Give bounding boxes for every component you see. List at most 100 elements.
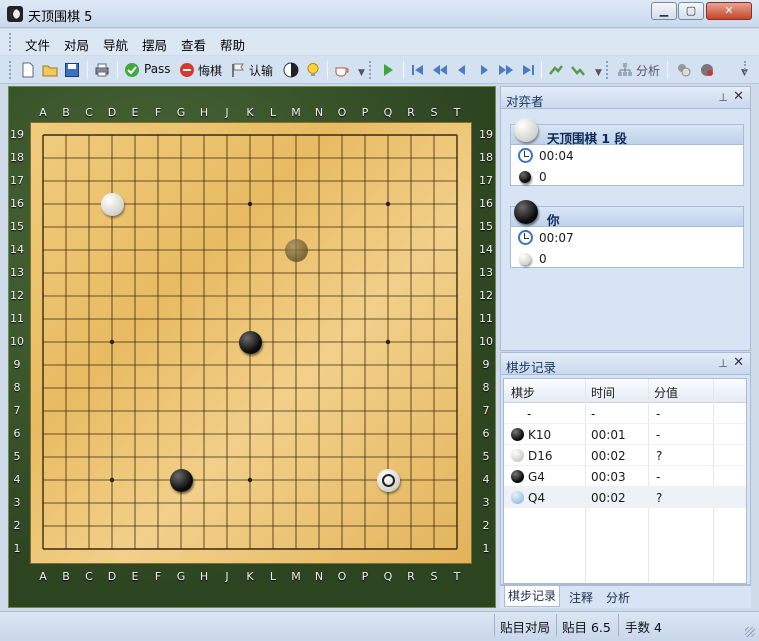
stones-icon[interactable] [676, 62, 692, 78]
pass-check-icon[interactable] [124, 62, 140, 78]
close-button[interactable]: ✕ [706, 2, 752, 20]
move-row[interactable]: --- [504, 403, 746, 424]
status-komi: 贴目 6.5 [562, 620, 611, 635]
maximize-button[interactable]: ▢ [678, 2, 704, 20]
tab-analysis[interactable]: 分析 [603, 589, 633, 606]
open-folder-icon[interactable] [42, 62, 58, 78]
toolbar-grip[interactable] [744, 61, 747, 73]
branch-up-icon[interactable] [548, 62, 564, 78]
player-time: 00:07 [539, 231, 574, 245]
column-label: S [430, 570, 438, 583]
minimize-button[interactable]: ▁ [651, 2, 677, 20]
analysis-button[interactable]: 分析 [636, 62, 660, 79]
menu-setup[interactable]: 摆局 [142, 35, 167, 54]
pin-icon[interactable]: ⊥ [718, 357, 728, 370]
star-point [385, 201, 391, 207]
column-header-move[interactable]: 棋步 [511, 384, 535, 401]
close-icon[interactable]: ✕ [733, 355, 744, 370]
star-point [247, 201, 253, 207]
resize-grip[interactable] [745, 627, 755, 637]
column-label: M [291, 106, 301, 119]
menu-grip[interactable] [9, 33, 12, 51]
play-icon[interactable] [380, 62, 396, 78]
menu-game[interactable]: 对局 [64, 35, 89, 54]
score-estimate-icon[interactable] [283, 62, 299, 78]
row-label: 18 [10, 151, 24, 164]
move-cell: D16 [528, 449, 553, 463]
row-label: 16 [479, 197, 493, 210]
toolbar-grip[interactable] [606, 61, 609, 79]
row-label: 4 [482, 473, 490, 486]
white-stone-icon [511, 449, 524, 462]
tab-comments[interactable]: 注释 [566, 589, 596, 606]
column-label: O [337, 106, 347, 119]
toolbar: Pass 悔棋 认输 ▼ ▼ 分析 ▼ [0, 56, 759, 84]
toolbar-grip[interactable] [369, 61, 372, 79]
white-stone [376, 468, 400, 492]
row-label: 17 [10, 174, 24, 187]
column-label: L [269, 106, 277, 119]
go-board[interactable] [31, 123, 471, 563]
menu-navigate[interactable]: 导航 [103, 35, 128, 54]
clock-icon [518, 230, 533, 245]
row-label: 1 [482, 542, 490, 555]
player-time-row: 00:04 [511, 145, 743, 166]
black-stone-icon [519, 171, 531, 183]
star-point [109, 477, 115, 483]
time-cell: 00:02 [591, 491, 626, 505]
first-move-icon[interactable] [410, 62, 426, 78]
column-label: B [62, 106, 70, 119]
close-icon[interactable]: ✕ [733, 89, 744, 104]
toolbar-overflow-icon[interactable]: ▼ [358, 68, 365, 78]
status-separator [618, 614, 619, 636]
black-stone [169, 468, 193, 492]
fast-forward-icon[interactable] [498, 62, 514, 78]
engine-icon[interactable] [699, 62, 715, 78]
tea-cup-icon[interactable] [334, 62, 350, 78]
step-forward-icon[interactable] [476, 62, 492, 78]
save-icon[interactable] [64, 62, 80, 78]
branch-down-icon[interactable] [570, 62, 586, 78]
menu-view[interactable]: 查看 [181, 35, 206, 54]
row-label: 13 [10, 266, 24, 279]
step-back-icon[interactable] [454, 62, 470, 78]
new-file-icon[interactable] [20, 62, 36, 78]
analysis-tree-icon[interactable] [617, 62, 633, 78]
move-row[interactable]: D16 00:02? [504, 445, 746, 466]
black-stone-icon [514, 200, 538, 224]
move-row[interactable]: G4 00:03 - [504, 466, 746, 487]
fast-back-icon[interactable] [432, 62, 448, 78]
time-cell: - [591, 407, 596, 421]
player-card-white: 天顶围棋 1 段 00:04 0 [510, 118, 744, 186]
pass-button[interactable]: Pass [144, 62, 171, 76]
row-label: 5 [13, 450, 21, 463]
row-label: 8 [482, 381, 490, 394]
row-label: 19 [10, 128, 24, 141]
column-label: K [246, 570, 254, 583]
column-header-score[interactable]: 分值 [654, 384, 678, 401]
resign-flag-icon[interactable] [230, 62, 246, 78]
move-row[interactable]: K10 00:01 - [504, 424, 746, 445]
pin-icon[interactable]: ⊥ [718, 91, 728, 104]
last-move-icon[interactable] [520, 62, 536, 78]
menu-file[interactable]: 文件 [25, 35, 50, 54]
row-label: 18 [479, 151, 493, 164]
hint-bulb-icon[interactable] [305, 62, 321, 78]
score-cell: ? [656, 491, 663, 505]
undo-minus-icon[interactable] [179, 62, 195, 78]
resign-button[interactable]: 认输 [249, 62, 273, 79]
move-row[interactable]: Q4 00:02? [504, 487, 746, 508]
time-cell: 00:01 [591, 428, 626, 442]
print-icon[interactable] [94, 62, 110, 78]
toolbar-grip[interactable] [9, 61, 12, 79]
toolbar-overflow-icon[interactable]: ▼ [595, 68, 602, 78]
tab-move-record[interactable]: 棋步记录 [504, 586, 561, 607]
move-list-table[interactable]: 棋步 时间 分值 - - - K10 00:01 - D16 00:02? G4 00:03 - Q4… [503, 378, 747, 584]
row-label: 11 [479, 312, 493, 325]
row-label: 10 [479, 335, 493, 348]
undo-button[interactable]: 悔棋 [198, 62, 222, 79]
players-pane: 对弈者 ⊥ ✕ 天顶围棋 1 段 00:04 0 你 00:07 0 [500, 86, 751, 351]
menu-help[interactable]: 帮助 [220, 35, 245, 54]
column-header-time[interactable]: 时间 [591, 384, 615, 401]
column-label: J [225, 570, 229, 583]
